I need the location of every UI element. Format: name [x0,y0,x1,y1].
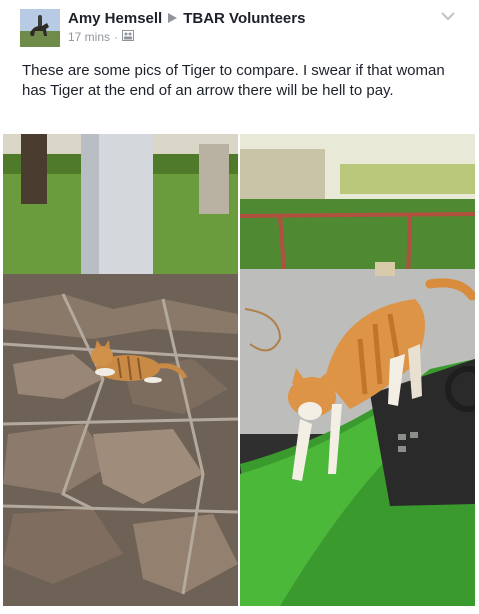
post-card: Amy Hemsell TBAR Volunteers 17 mins · Th… [0,0,479,614]
meta-separator: · [114,30,119,44]
photo-cat-on-patio[interactable] [3,134,238,606]
post-meta: 17 mins · [68,30,135,44]
author-name[interactable]: Amy Hemsell [68,10,162,27]
post-body-text: These are some pics of Tiger to compare.… [22,62,445,99]
post-header: Amy Hemsell TBAR Volunteers [68,8,305,28]
photo-cat-on-cart[interactable] [240,134,475,606]
author-avatar[interactable] [20,9,60,47]
post-timestamp[interactable]: 17 mins [68,30,110,44]
chevron-down-icon[interactable] [439,9,457,23]
group-name[interactable]: TBAR Volunteers [183,10,305,27]
right-triangle-icon [168,13,178,23]
group-audience-icon [122,30,135,44]
